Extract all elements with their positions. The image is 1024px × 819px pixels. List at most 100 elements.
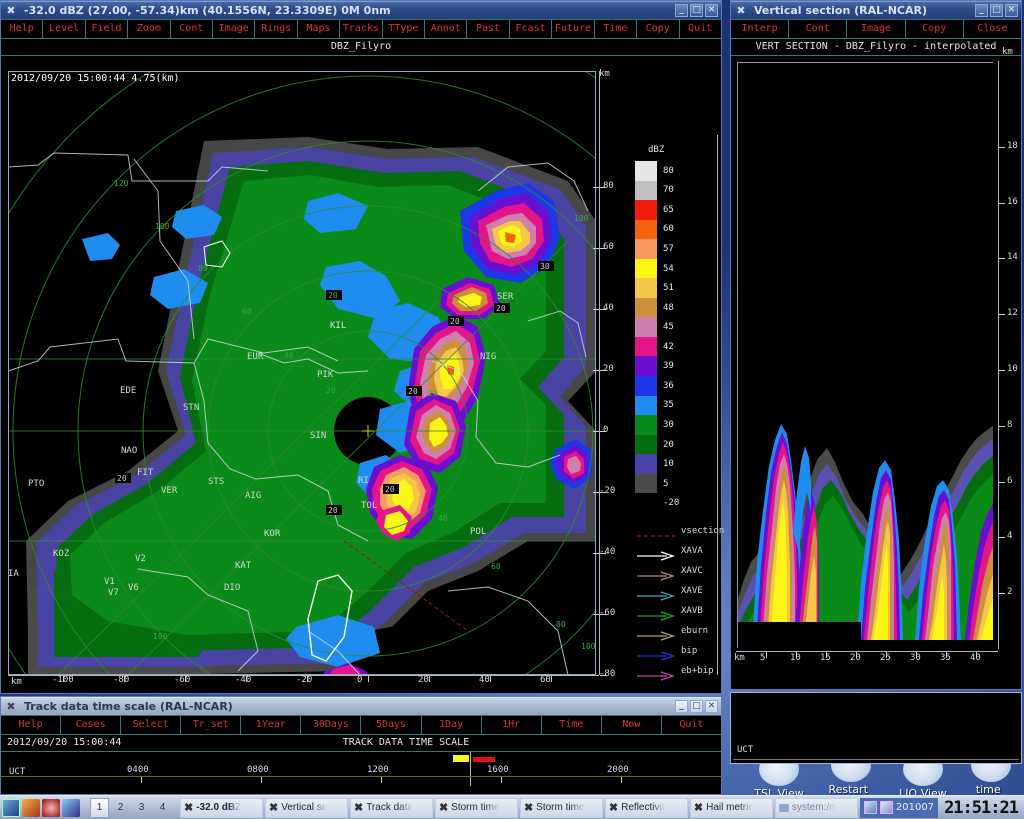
vsection-menu-cont[interactable]: Cont: [789, 20, 848, 38]
track-menu-1day[interactable]: 1Day: [422, 716, 482, 734]
track-menu-select[interactable]: Select: [121, 716, 182, 734]
track-menu-1year[interactable]: 1Year: [241, 716, 302, 734]
close-button[interactable]: ✕: [705, 700, 718, 713]
close-button[interactable]: ✕: [1005, 4, 1018, 17]
colorbar-segment[interactable]: [635, 356, 657, 377]
menu-level[interactable]: Level: [43, 20, 86, 38]
colorbar-segment[interactable]: [635, 336, 657, 357]
colorbar-segment[interactable]: [635, 395, 657, 416]
colorbar-segment[interactable]: [635, 200, 657, 220]
menu-ttype[interactable]: TType: [383, 20, 426, 38]
x-tick: [368, 676, 369, 682]
maximize-button[interactable]: □: [990, 4, 1003, 17]
radar-ppi-image[interactable]: 120 100 80 60 40 20 20 40 60 80 100 100: [8, 71, 596, 675]
desktop-button-4[interactable]: 4: [153, 798, 172, 818]
colorbar-segment[interactable]: [635, 415, 657, 435]
colorbar-segment[interactable]: [635, 161, 657, 181]
colorbar-segment[interactable]: [635, 180, 657, 201]
track-menu-quit[interactable]: Quit: [662, 716, 721, 734]
track-selection-marker[interactable]: [473, 757, 495, 762]
menu-quit[interactable]: Quit: [680, 20, 721, 38]
home-launcher-icon[interactable]: [22, 798, 40, 817]
radar-plot-area[interactable]: 2012/09/20 15:00:44 4.75(km) 120 100 80 …: [3, 65, 724, 693]
colorbar-segment[interactable]: [635, 376, 657, 396]
vsection-x-axis-unit: km: [734, 653, 745, 663]
maximize-button[interactable]: □: [690, 4, 703, 17]
colorbar-segment[interactable]: [635, 454, 657, 474]
radar-launcher-icon[interactable]: [42, 798, 60, 817]
system-tray[interactable]: 201007: [859, 797, 939, 818]
clock[interactable]: 21:51:21: [940, 798, 1022, 818]
colorbar-segment[interactable]: [635, 239, 657, 259]
minimize-button[interactable]: _: [675, 700, 688, 713]
track-menu-help[interactable]: Help: [1, 716, 62, 734]
uct-small-panel[interactable]: UCT: [730, 692, 1022, 764]
vsection-image[interactable]: [736, 61, 994, 649]
minimize-button[interactable]: _: [975, 4, 988, 17]
colorbar-segment[interactable]: [635, 258, 657, 279]
desktop-button-1[interactable]: 1: [90, 797, 109, 818]
close-button[interactable]: ✕: [705, 4, 718, 17]
desktop-button-2[interactable]: 2: [111, 798, 130, 818]
taskbar-item-hail-metric[interactable]: ✖ Hail metric: [689, 797, 773, 818]
xterm-launcher-icon[interactable]: [2, 798, 20, 817]
menu-field[interactable]: Field: [86, 20, 129, 38]
track-menu-5days[interactable]: 5Days: [361, 716, 422, 734]
taskbar-item-system[interactable]: system:/m: [774, 797, 858, 818]
menu-annot[interactable]: Annot: [425, 20, 468, 38]
taskbar-item-storm-time-2[interactable]: ✖ Storm time: [519, 797, 603, 818]
colorbar-segment[interactable]: [635, 317, 657, 337]
menu-time[interactable]: Time: [595, 20, 638, 38]
menu-copy[interactable]: Copy: [637, 20, 680, 38]
svg-text:STS: STS: [208, 477, 224, 487]
maximize-button[interactable]: □: [690, 700, 703, 713]
vsection-menu-interp[interactable]: Interp: [731, 20, 790, 38]
menu-maps[interactable]: Maps: [298, 20, 341, 38]
vsection-y-tick: [999, 146, 1005, 148]
colorbar-segment[interactable]: [635, 278, 657, 298]
taskbar-item-vertical-section[interactable]: ✖ Vertical se: [264, 797, 348, 818]
track-menu-1hr[interactable]: 1Hr: [482, 716, 542, 734]
track-menu-tr-set[interactable]: Tr_set: [181, 716, 242, 734]
desktop-button-3[interactable]: 3: [132, 798, 151, 818]
menu-tracks[interactable]: Tracks: [340, 20, 383, 38]
track-current-marker[interactable]: [453, 755, 469, 762]
vsection-menu-copy[interactable]: Copy: [906, 20, 964, 38]
vsection-menu-close[interactable]: Close: [964, 20, 1021, 38]
menu-zoom[interactable]: Zoom: [128, 20, 171, 38]
taskbar-item-track-data[interactable]: ✖ Track data: [349, 797, 433, 818]
colorbar-segment[interactable]: [635, 493, 657, 513]
vsection-menu-image[interactable]: Image: [847, 20, 906, 38]
menu-image[interactable]: Image: [213, 20, 256, 38]
colorbar-segment[interactable]: [635, 473, 657, 494]
menu-rings[interactable]: Rings: [255, 20, 298, 38]
svg-text:KAT: KAT: [235, 561, 252, 571]
tray-save-icon[interactable]: [879, 801, 893, 814]
colorbar-segment[interactable]: [635, 219, 657, 240]
track-menu-cases[interactable]: Cases: [61, 716, 122, 734]
vsection-titlebar[interactable]: ✖ Vertical section (RAL-NCAR) _ □ ✕: [731, 1, 1021, 19]
menu-cont[interactable]: Cont: [171, 20, 214, 38]
image-launcher-icon[interactable]: [62, 798, 80, 817]
taskbar-item-radar[interactable]: ✖ -32.0 dBZ: [180, 797, 263, 818]
main-window-titlebar[interactable]: ✖ -32.0 dBZ (27.00, -57.34)km (40.1556N,…: [1, 1, 721, 19]
colorbar[interactable]: [635, 161, 657, 513]
tray-disk-icon[interactable]: [863, 801, 877, 814]
menu-future[interactable]: Future: [552, 20, 595, 38]
track-menu-time[interactable]: Time: [542, 716, 602, 734]
track-window-titlebar[interactable]: ✖ Track data time scale (RAL-NCAR) _ □ ✕: [1, 697, 721, 715]
track-menu-30days[interactable]: 30Days: [301, 716, 362, 734]
menu-help[interactable]: Help: [1, 20, 44, 38]
vsection-plot-area[interactable]: km 18 16 14 12 10 8 6 4 2 km 5 10 15 20 25 30 35 40: [734, 47, 1020, 666]
track-time-scale[interactable]: UCT 0400 0800 1200 1600 2000: [1, 752, 723, 786]
minimize-button[interactable]: _: [675, 4, 688, 17]
colorbar-segment[interactable]: [635, 297, 657, 318]
menu-past[interactable]: Past: [467, 20, 510, 38]
track-legend: vsection XAVA XAVC XAVE XAVB eburn bip eb+bip: [635, 521, 724, 681]
taskbar-item-storm-time-1[interactable]: ✖ Storm time: [434, 797, 518, 818]
taskbar-item-label: Hail metric: [706, 802, 754, 813]
colorbar-segment[interactable]: [635, 434, 657, 455]
taskbar-item-reflectivity[interactable]: ✖ Reflectivit: [604, 797, 688, 818]
menu-fcast[interactable]: Fcast: [510, 20, 553, 38]
track-menu-now[interactable]: Now: [602, 716, 662, 734]
